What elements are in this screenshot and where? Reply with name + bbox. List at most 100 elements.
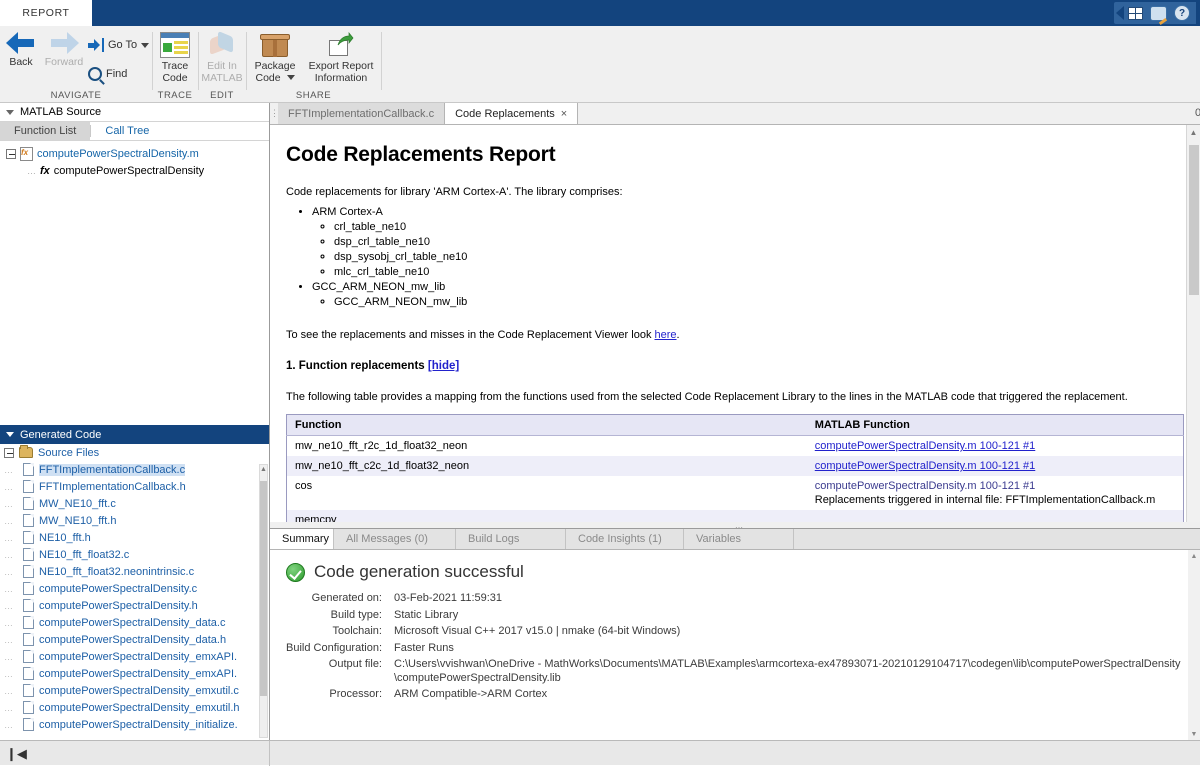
source-files-label: Source Files xyxy=(38,447,99,459)
chevron-down-icon[interactable] xyxy=(6,110,14,115)
export-report-button[interactable]: Export Report Information xyxy=(303,32,379,84)
tree-item-source-file-label: computePowerSpectralDensity.m xyxy=(37,148,199,160)
left-sidebar: MATLAB Source Function List Call Tree co… xyxy=(0,103,270,740)
replacement-note: Replacements triggered in internal file:… xyxy=(815,493,1175,507)
file-icon xyxy=(23,616,34,629)
file-list-item[interactable]: …computePowerSpectralDensity_data.c xyxy=(0,614,269,631)
file-list-item[interactable]: …MW_NE10_fft.c xyxy=(0,495,269,512)
bottom-tab-summary[interactable]: Summary xyxy=(270,529,334,549)
back-button[interactable]: Back xyxy=(2,32,40,69)
bottom-tab-all-messages-0[interactable]: All Messages (0) xyxy=(334,529,456,549)
file-list-item[interactable]: …computePowerSpectralDensity_emxutil.c xyxy=(0,682,269,699)
chevron-down-icon[interactable] xyxy=(6,432,14,437)
file-list-item-label: computePowerSpectralDensity.c xyxy=(39,583,197,595)
scroll-up-icon[interactable]: ▲ xyxy=(260,465,267,474)
status-bar-divider xyxy=(269,741,270,766)
matlab-function-link[interactable]: computePowerSpectralDensity.m 100-121 #1 xyxy=(815,440,1036,452)
collapse-expander-icon[interactable] xyxy=(4,448,14,458)
bottom-tab-code-insights-1[interactable]: Code Insights (1) xyxy=(566,529,684,549)
cell-matlab-function: computePowerSpectralDensity.m 100-121 #1… xyxy=(807,476,1184,510)
summary-field-value: ARM Compatible->ARM Cortex xyxy=(394,688,1184,702)
file-list-item[interactable]: …computePowerSpectralDensity.h xyxy=(0,597,269,614)
section-heading-function-replacements: 1. Function replacements [hide] xyxy=(286,360,1184,372)
viewer-hint-post: . xyxy=(677,329,680,341)
layout-icon[interactable] xyxy=(1128,7,1143,20)
subtab-function-list[interactable]: Function List xyxy=(0,122,90,140)
generated-code-file-list[interactable]: Source Files …FFTImplementationCallback.… xyxy=(0,444,269,740)
matlab-logo-icon xyxy=(207,32,237,58)
table-row: mw_ne10_fft_c2c_1d_float32_neoncomputePo… xyxy=(287,456,1184,476)
file-list-item[interactable]: …MW_NE10_fft.h xyxy=(0,512,269,529)
source-files-folder-row[interactable]: Source Files xyxy=(0,444,269,461)
ribbon-divider xyxy=(381,32,382,90)
matlab-function-link: computePowerSpectralDensity.m 100-121 #1 xyxy=(815,480,1036,492)
package-code-button[interactable]: Package Code xyxy=(247,32,303,84)
tab-report[interactable]: REPORT xyxy=(0,0,92,26)
file-list-item-label: computePowerSpectralDensity_data.c xyxy=(39,617,225,629)
matlab-function-link[interactable]: computePowerSpectralDensity.m 100-121 #1 xyxy=(815,460,1036,472)
chevron-down-icon[interactable] xyxy=(287,75,295,80)
tree-indent-guide: … xyxy=(4,584,18,594)
package-code-label-2-text: Code xyxy=(255,72,280,84)
tree-indent-guide: … xyxy=(4,567,18,577)
forward-button[interactable]: Forward xyxy=(40,32,88,69)
arrow-right-icon xyxy=(49,32,79,54)
summary-field-key: Build Configuration: xyxy=(286,642,382,656)
search-icon xyxy=(88,67,102,81)
file-list-item[interactable]: …FFTImplementationCallback.h xyxy=(0,478,269,495)
tabbar-grip-handle[interactable]: ⋮ xyxy=(270,103,278,124)
help-icon[interactable]: ? xyxy=(1174,5,1190,21)
file-list-item[interactable]: …FFTImplementationCallback.c xyxy=(0,461,269,478)
file-list-item[interactable]: …computePowerSpectralDensity_data.h xyxy=(0,631,269,648)
editor-tab-code-replacements[interactable]: Code Replacements × xyxy=(445,103,578,124)
file-list-item[interactable]: …computePowerSpectralDensity_emxAPI. xyxy=(0,648,269,665)
subtab-call-tree[interactable]: Call Tree xyxy=(91,122,163,140)
summary-scrollbar[interactable]: ▲ ▼ xyxy=(1188,550,1200,740)
code-replacement-viewer-link[interactable]: here xyxy=(655,329,677,341)
trace-code-icon xyxy=(160,32,190,58)
file-list-item[interactable]: …NE10_fft.h xyxy=(0,529,269,546)
bottom-tab-variables[interactable]: Variables xyxy=(684,529,794,549)
scroll-up-icon[interactable]: ▲ xyxy=(1188,550,1200,562)
section-hide-toggle[interactable]: [hide] xyxy=(428,360,459,372)
document-scroll-thumb[interactable] xyxy=(1189,145,1199,295)
summary-field-value: C:\Users\vvishwan\OneDrive - MathWorks\D… xyxy=(394,658,1184,685)
ribbon-toolbar: Back Forward Go To Find NAVIGATE Trace C… xyxy=(0,26,1200,103)
bottom-panel-tabs: SummaryAll Messages (0)Build LogsCode In… xyxy=(270,529,1200,550)
table-row: coscomputePowerSpectralDensity.m 100-121… xyxy=(287,476,1184,510)
file-list-item[interactable]: …computePowerSpectralDensity_initialize. xyxy=(0,716,269,733)
find-button[interactable]: Find xyxy=(88,67,127,81)
file-list-item[interactable]: …computePowerSpectralDensity_emxutil.h xyxy=(0,699,269,716)
trace-code-button[interactable]: Trace Code xyxy=(148,32,202,84)
file-list-scrollbar[interactable]: ▲ xyxy=(259,464,268,738)
library-table-item: dsp_sysobj_crl_table_ne10 xyxy=(334,250,1184,265)
matlab-source-header[interactable]: MATLAB Source xyxy=(0,103,269,122)
scroll-up-icon[interactable]: ▲ xyxy=(1187,125,1200,139)
tree-indent-guide: … xyxy=(4,499,18,509)
scroll-down-icon[interactable]: ▼ xyxy=(1188,728,1200,740)
file-list-item-label: computePowerSpectralDensity_initialize. xyxy=(39,719,238,731)
file-list-item-label: computePowerSpectralDensity_emxutil.h xyxy=(39,702,240,714)
go-to-button[interactable]: Go To xyxy=(88,38,149,52)
matlab-source-title: MATLAB Source xyxy=(20,106,101,118)
collapse-expander-icon[interactable] xyxy=(6,149,16,159)
close-icon[interactable]: × xyxy=(561,108,567,120)
bottom-tab-build-logs[interactable]: Build Logs xyxy=(456,529,566,549)
file-list-item[interactable]: …NE10_fft_float32.neonintrinsic.c xyxy=(0,563,269,580)
editor-tab-fftimplementationcallback-c[interactable]: FFTImplementationCallback.c xyxy=(278,103,445,124)
comment-icon[interactable] xyxy=(1150,6,1167,21)
file-list-item[interactable]: …computePowerSpectralDensity_emxAPI. xyxy=(0,665,269,682)
file-list-scroll-thumb[interactable] xyxy=(260,481,267,696)
file-list-item[interactable]: …NE10_fft_float32.c xyxy=(0,546,269,563)
tree-item-source-file[interactable]: computePowerSpectralDensity.m xyxy=(4,145,269,162)
generated-code-header[interactable]: Generated Code xyxy=(0,425,269,444)
edit-in-matlab-button[interactable]: Edit In MATLAB xyxy=(195,32,249,84)
go-to-start-button[interactable]: ❙◀ xyxy=(6,746,27,762)
page-title: Code Replacements Report xyxy=(286,143,1184,167)
tree-item-function[interactable]: … fx computePowerSpectralDensity xyxy=(4,162,269,179)
file-list-item[interactable]: … computePowerSpectralDensity.c xyxy=(0,580,269,597)
package-box-icon xyxy=(260,32,290,58)
build-summary-pane: Code generation successful Generated on:… xyxy=(270,550,1200,740)
collapse-chevron-icon[interactable] xyxy=(1116,6,1124,20)
tree-indent-guide: … xyxy=(4,550,18,560)
